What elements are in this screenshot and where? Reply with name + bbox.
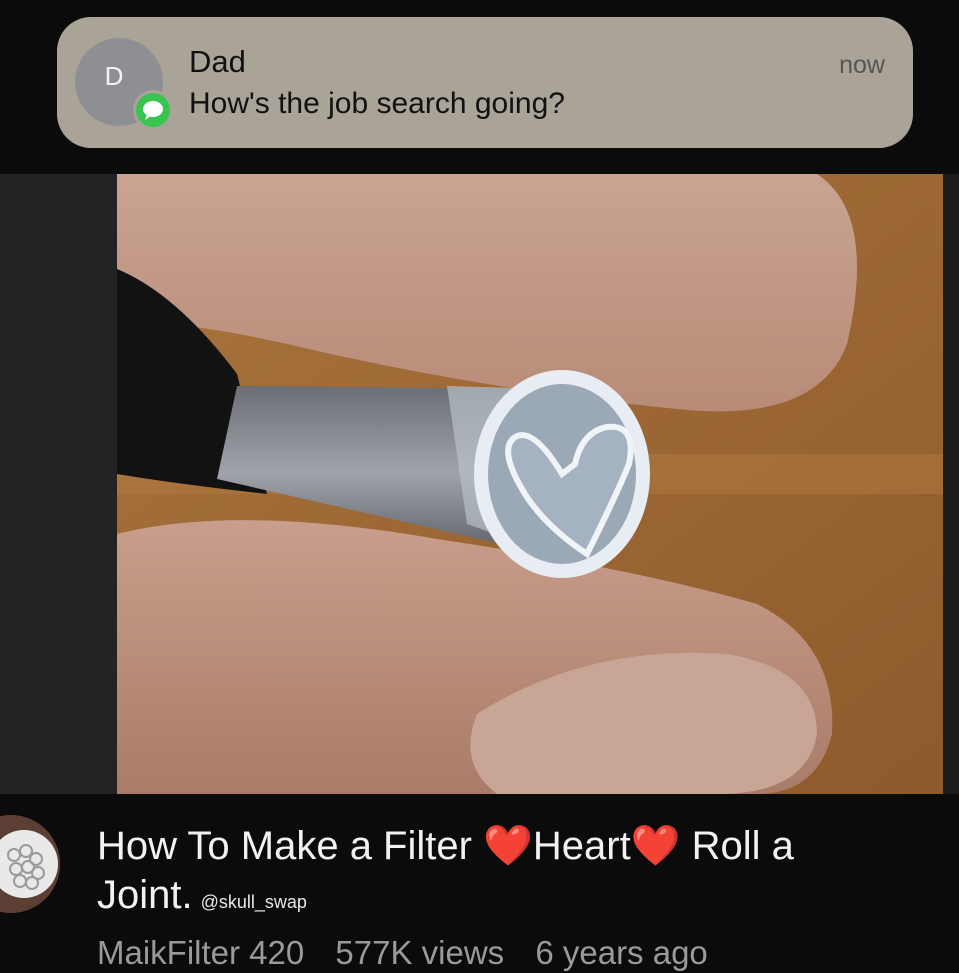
title-text-1: How To Make a Filter [97,824,484,868]
right-panel [943,174,959,794]
heart-icon: ❤️ [630,824,681,868]
notification-time: now [839,51,885,79]
left-panel [0,174,117,794]
channel-name[interactable]: MaikFilter 420 [97,934,304,971]
upload-age: 6 years ago [535,934,708,971]
channel-avatar[interactable] [0,815,60,913]
notification-banner[interactable] [57,17,913,148]
title-text-2: Heart [532,824,631,868]
video-thumbnail[interactable] [117,174,943,794]
creator-handle[interactable]: @skull_swap [201,892,307,912]
notification-sender: Dad [189,44,246,79]
avatar-letter: D [104,60,124,91]
heart-icon: ❤️ [483,824,533,868]
view-count: 577K views [335,934,505,971]
video-title[interactable]: How To Make a Filter ❤️Heart❤️ Roll a Jo… [97,822,947,927]
messages-icon [133,90,173,130]
notification-message: How's the job search going? [189,87,565,120]
video-meta: MaikFilter 420 577K views 6 years ago [97,933,730,973]
